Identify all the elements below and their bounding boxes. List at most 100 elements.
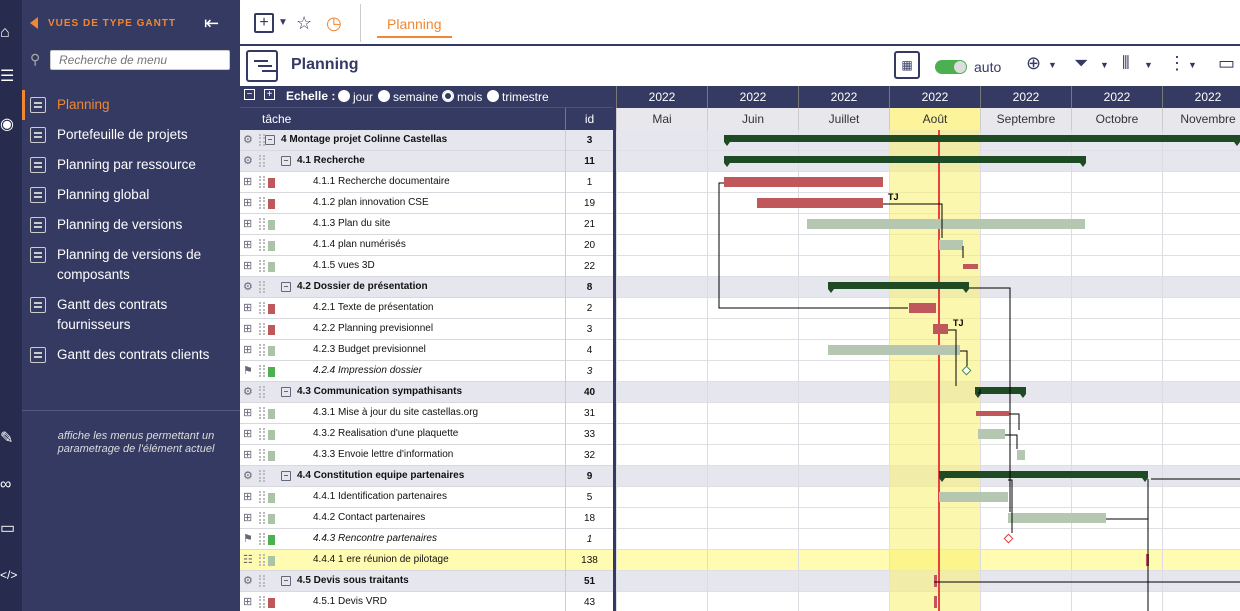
drag-handle[interactable] <box>259 155 265 167</box>
subtask-icon[interactable]: ⊞ <box>243 512 257 524</box>
subtask-icon[interactable]: ⊞ <box>243 407 257 419</box>
chevron-down-icon[interactable]: ▼ <box>1100 60 1109 70</box>
table-row[interactable]: ⚑ 4.4.3 Rencontre partenaires 1 <box>240 529 613 550</box>
drag-handle[interactable] <box>259 197 265 209</box>
scale-radio-semaine[interactable]: semaine <box>378 90 438 104</box>
subtask-icon[interactable]: ⊞ <box>243 239 257 251</box>
drag-handle[interactable] <box>259 302 265 314</box>
collapse-toggle-icon[interactable] <box>281 387 291 397</box>
task-name[interactable]: 4.3 Communication sympathisants <box>297 386 462 397</box>
subtask-icon[interactable]: ⊞ <box>243 218 257 230</box>
drag-handle[interactable] <box>259 365 265 377</box>
table-row[interactable]: ⊞ 4.5.1 Devis VRD 43 <box>240 592 613 611</box>
table-row[interactable]: ⚙ 4.5 Devis sous traitants 51 <box>240 571 613 592</box>
settings-icon[interactable]: ⚙ <box>243 575 257 587</box>
subtask-icon[interactable]: ⊞ <box>243 428 257 440</box>
collapse-toggle-icon[interactable] <box>265 135 275 145</box>
table-row[interactable]: ⚙ 4 Montage projet Colinne Castellas 3 <box>240 130 613 151</box>
subtask-icon[interactable]: ⊞ <box>243 491 257 503</box>
table-row[interactable]: ⚙ 4.3 Communication sympathisants 40 <box>240 382 613 403</box>
task-name[interactable]: 4.2 Dossier de présentation <box>297 281 428 292</box>
subtask-icon[interactable]: ⊞ <box>243 596 257 608</box>
menu-search-input[interactable] <box>50 50 230 70</box>
task-name[interactable]: 4.3.2 Realisation d'une plaquette <box>313 428 458 439</box>
drag-handle[interactable] <box>259 344 265 356</box>
table-row[interactable]: ⊞ 4.3.2 Realisation d'une plaquette 33 <box>240 424 613 445</box>
chevron-down-icon[interactable]: ▼ <box>278 10 288 36</box>
sidebar-item-planning[interactable]: Planning <box>22 90 240 120</box>
auto-toggle[interactable] <box>935 60 967 74</box>
options-icon[interactable]: ⋮ <box>1168 53 1186 74</box>
columns-icon[interactable]: ⫴ <box>1122 53 1130 74</box>
home-icon[interactable]: ⌂ <box>0 22 18 44</box>
gantt-icon[interactable]: ☰ <box>0 66 18 88</box>
drag-handle[interactable] <box>259 323 265 335</box>
table-row[interactable]: ⊞ 4.1.2 plan innovation CSE 19 <box>240 193 613 214</box>
sidebar-item-portefeuille[interactable]: Portefeuille de projets <box>22 120 240 150</box>
task-name[interactable]: 4.4.2 Contact partenaires <box>313 512 425 523</box>
bookmark-icon[interactable]: ☆ <box>296 10 312 36</box>
settings-icon[interactable]: ⚙ <box>243 470 257 482</box>
task-name[interactable]: 4.3.1 Mise à jour du site castellas.org <box>313 407 478 418</box>
drag-handle[interactable] <box>259 176 265 188</box>
sidebar-item-planning-global[interactable]: Planning global <box>22 180 240 210</box>
drag-handle[interactable] <box>259 470 265 482</box>
scale-radio-trimestre[interactable]: trimestre <box>487 90 549 104</box>
subtask-icon[interactable]: ⊞ <box>243 176 257 188</box>
subtask-icon[interactable]: ⊞ <box>243 197 257 209</box>
sidebar-item-contrats-clients[interactable]: Gantt des contrats clients <box>22 340 240 370</box>
task-name[interactable]: 4.5 Devis sous traitants <box>297 575 409 586</box>
task-name[interactable]: 4.2.4 Impression dossier <box>313 365 422 376</box>
sidebar-item-planning-composants[interactable]: Planning de versions de composants <box>22 240 240 290</box>
flag-icon[interactable]: ⚑ <box>243 533 257 545</box>
task-name[interactable]: 4.2.3 Budget previsionnel <box>313 344 426 355</box>
task-name[interactable]: 4.2.2 Planning previsionnel <box>313 323 433 334</box>
table-row[interactable]: ⚙ 4.2 Dossier de présentation 8 <box>240 277 613 298</box>
collapse-toggle-icon[interactable] <box>281 282 291 292</box>
chevron-down-icon[interactable]: ▼ <box>1048 60 1057 70</box>
subtask-icon[interactable]: ⊞ <box>243 344 257 356</box>
folder-icon[interactable]: ▭ <box>0 518 18 540</box>
scale-radio-mois[interactable]: mois <box>442 90 482 104</box>
add-document-icon[interactable]: ⊕ <box>1026 53 1041 74</box>
table-row[interactable]: ⚑ 4.2.4 Impression dossier 3 <box>240 361 613 382</box>
wrench-icon[interactable]: ✎ <box>0 428 18 450</box>
table-row[interactable]: ⚙ 4.1 Recherche 11 <box>240 151 613 172</box>
task-name[interactable]: 4.5.1 Devis VRD <box>313 596 387 607</box>
table-row[interactable]: ⊞ 4.2.3 Budget previsionnel 4 <box>240 340 613 361</box>
column-header-task[interactable]: tâche <box>262 112 291 126</box>
subtask-icon[interactable]: ⊞ <box>243 449 257 461</box>
table-row[interactable]: ⊞ 4.3.1 Mise à jour du site castellas.org… <box>240 403 613 424</box>
task-name[interactable]: 4.1.3 Plan du site <box>313 218 390 229</box>
settings-icon[interactable]: ⚙ <box>243 386 257 398</box>
sidebar-item-contrats-fournisseurs[interactable]: Gantt des contrats fournisseurs <box>22 290 240 340</box>
task-name[interactable]: 4.4.1 Identification partenaires <box>313 491 447 502</box>
drag-handle[interactable] <box>259 386 265 398</box>
settings-icon[interactable]: ⚙ <box>243 134 257 146</box>
task-name[interactable]: 4 Montage projet Colinne Castellas <box>281 134 447 145</box>
table-row[interactable]: ⊞ 4.2.2 Planning previsionnel 3 <box>240 319 613 340</box>
collapse-toggle-icon[interactable] <box>281 471 291 481</box>
filter-icon[interactable]: ⏷ <box>1074 53 1088 74</box>
drag-handle[interactable] <box>259 554 265 566</box>
drag-handle[interactable] <box>259 239 265 251</box>
calculator-icon[interactable]: ▦ <box>894 51 920 79</box>
task-name[interactable]: 4.1.2 plan innovation CSE <box>313 197 429 208</box>
table-row[interactable]: ⚙ 4.4 Constitution equipe partenaires 9 <box>240 466 613 487</box>
chevron-down-icon[interactable]: ▼ <box>1188 60 1197 70</box>
drag-handle[interactable] <box>259 575 265 587</box>
collapse-all-icon[interactable]: − <box>244 89 255 100</box>
scale-radio-jour[interactable]: jour <box>338 90 373 104</box>
drag-handle[interactable] <box>259 512 265 524</box>
drag-handle[interactable] <box>259 428 265 440</box>
drag-handle[interactable] <box>259 218 265 230</box>
collapse-menu-icon[interactable]: ⇤ <box>204 14 219 32</box>
drag-handle[interactable] <box>259 449 265 461</box>
task-name[interactable]: 4.1.4 plan numérisés <box>313 239 406 250</box>
monitor-icon[interactable]: ▭ <box>1218 53 1235 74</box>
tab-planning[interactable]: Planning <box>377 16 452 38</box>
subtask-icon[interactable]: ⊞ <box>243 302 257 314</box>
task-name[interactable]: 4.4 Constitution equipe partenaires <box>297 470 464 481</box>
task-name[interactable]: 4.1.5 vues 3D <box>313 260 375 271</box>
subtask-icon[interactable]: ⊞ <box>243 323 257 335</box>
